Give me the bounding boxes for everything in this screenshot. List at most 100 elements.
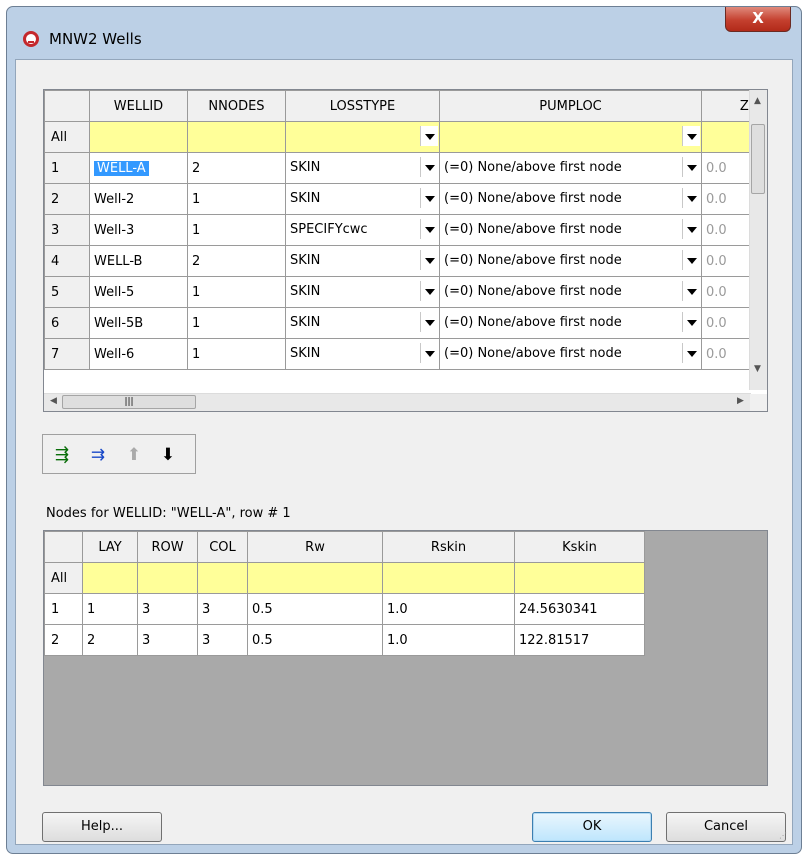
dropdown-arrow-icon[interactable] xyxy=(420,343,438,363)
add-row-icon[interactable]: ⇉ xyxy=(87,444,109,466)
losstype-cell[interactable]: SKIN xyxy=(285,245,440,277)
col-cell[interactable]: 3 xyxy=(197,593,248,625)
col-header-rw[interactable]: Rw xyxy=(247,531,383,563)
horizontal-scroll-thumb[interactable]: ||| xyxy=(62,395,196,409)
col-header-row[interactable]: ROW xyxy=(137,531,198,563)
wells-horizontal-scrollbar[interactable]: ◀ ||| ▶ xyxy=(44,393,751,411)
lay-cell[interactable]: 1 xyxy=(82,593,138,625)
scroll-right-arrow-icon[interactable]: ▶ xyxy=(737,396,744,406)
all-lay-cell[interactable] xyxy=(82,562,138,594)
move-up-icon[interactable]: ⬆ xyxy=(123,444,145,466)
all-row-cell[interactable] xyxy=(137,562,198,594)
table-row[interactable]: 1 1 3 3 0.5 1.0 24.5630341 xyxy=(44,593,645,625)
ok-button[interactable]: OK xyxy=(532,812,652,842)
losstype-cell[interactable]: SKIN xyxy=(285,152,440,184)
all-wellid-cell[interactable] xyxy=(89,121,188,153)
dropdown-arrow-icon[interactable] xyxy=(420,157,438,177)
dropdown-arrow-icon[interactable] xyxy=(420,219,438,239)
nnodes-cell[interactable]: 1 xyxy=(187,338,286,370)
rskin-cell[interactable]: 1.0 xyxy=(382,624,515,656)
nnodes-cell[interactable]: 1 xyxy=(187,183,286,215)
table-row[interactable]: 2 Well-2 1 SKIN (=0) None/above first node 0.… xyxy=(44,183,762,215)
pumploc-cell[interactable]: (=0) None/above first node xyxy=(439,214,702,246)
all-rw-cell[interactable] xyxy=(247,562,383,594)
dropdown-arrow-icon[interactable] xyxy=(682,250,700,270)
wellid-cell[interactable]: WELL-A xyxy=(89,152,188,184)
table-row[interactable]: 5 Well-5 1 SKIN (=0) None/above first node 0.… xyxy=(44,276,762,308)
dropdown-arrow-icon[interactable] xyxy=(682,281,700,301)
scroll-left-arrow-icon[interactable]: ◀ xyxy=(50,396,57,406)
wells-vertical-scrollbar[interactable]: ▲ ▼ xyxy=(749,90,767,390)
scroll-up-arrow-icon[interactable]: ▲ xyxy=(754,96,761,106)
dropdown-arrow-icon[interactable] xyxy=(682,126,700,146)
wellid-cell[interactable]: Well-5B xyxy=(89,307,188,339)
wellid-cell[interactable]: WELL-B xyxy=(89,245,188,277)
col-header-wellid[interactable]: WELLID xyxy=(89,90,188,122)
rskin-cell[interactable]: 1.0 xyxy=(382,593,515,625)
cancel-button[interactable]: Cancel xyxy=(666,812,786,842)
dropdown-arrow-icon[interactable] xyxy=(682,188,700,208)
table-row[interactable]: 1 WELL-A 2 SKIN (=0) None/above first node 0.… xyxy=(44,152,762,184)
all-nnodes-cell[interactable] xyxy=(187,121,286,153)
nnodes-cell[interactable]: 1 xyxy=(187,307,286,339)
col-header-lay[interactable]: LAY xyxy=(82,531,138,563)
table-row[interactable]: 2 2 3 3 0.5 1.0 122.81517 xyxy=(44,624,645,656)
row-header[interactable]: 2 xyxy=(44,183,90,215)
col-header-rskin[interactable]: Rskin xyxy=(382,531,515,563)
dropdown-arrow-icon[interactable] xyxy=(420,312,438,332)
row-header[interactable]: 3 xyxy=(44,214,90,246)
row-header[interactable]: 6 xyxy=(44,307,90,339)
all-rskin-cell[interactable] xyxy=(382,562,515,594)
all-pumploc-cell[interactable] xyxy=(439,121,702,153)
losstype-cell[interactable]: SKIN xyxy=(285,183,440,215)
losstype-cell[interactable]: SKIN xyxy=(285,307,440,339)
losstype-cell[interactable]: SKIN xyxy=(285,338,440,370)
nnodes-cell[interactable]: 2 xyxy=(187,152,286,184)
wellid-cell[interactable]: Well-2 xyxy=(89,183,188,215)
col-header-nnodes[interactable]: NNODES xyxy=(187,90,286,122)
wellid-cell[interactable]: Well-6 xyxy=(89,338,188,370)
row-cell[interactable]: 3 xyxy=(137,593,198,625)
row-header[interactable]: 5 xyxy=(44,276,90,308)
col-header-col[interactable]: COL xyxy=(197,531,248,563)
nnodes-cell[interactable]: 1 xyxy=(187,214,286,246)
dropdown-arrow-icon[interactable] xyxy=(420,126,438,146)
pumploc-cell[interactable]: (=0) None/above first node xyxy=(439,152,702,184)
row-header-all[interactable]: All xyxy=(44,121,90,153)
dropdown-arrow-icon[interactable] xyxy=(420,250,438,270)
col-header-losstype[interactable]: LOSSTYPE xyxy=(285,90,440,122)
kskin-cell[interactable]: 122.81517 xyxy=(514,624,645,656)
dropdown-arrow-icon[interactable] xyxy=(682,343,700,363)
wellid-cell[interactable]: Well-3 xyxy=(89,214,188,246)
table-row[interactable]: 3 Well-3 1 SPECIFYcwc (=0) None/above first … xyxy=(44,214,762,246)
all-kskin-cell[interactable] xyxy=(514,562,645,594)
row-header[interactable]: 1 xyxy=(44,152,90,184)
dropdown-arrow-icon[interactable] xyxy=(682,157,700,177)
table-row[interactable]: 7 Well-6 1 SKIN (=0) None/above first node 0.… xyxy=(44,338,762,370)
rw-cell[interactable]: 0.5 xyxy=(247,624,383,656)
all-losstype-cell[interactable] xyxy=(285,121,440,153)
pumploc-cell[interactable]: (=0) None/above first node xyxy=(439,338,702,370)
insert-row-icon[interactable]: ⇶ xyxy=(51,444,73,466)
dropdown-arrow-icon[interactable] xyxy=(420,188,438,208)
col-header-pumploc[interactable]: PUMPLOC xyxy=(439,90,702,122)
nnodes-cell[interactable]: 1 xyxy=(187,276,286,308)
lay-cell[interactable]: 2 xyxy=(82,624,138,656)
losstype-cell[interactable]: SKIN xyxy=(285,276,440,308)
wellid-cell[interactable]: Well-5 xyxy=(89,276,188,308)
pumploc-cell[interactable]: (=0) None/above first node xyxy=(439,245,702,277)
all-col-cell[interactable] xyxy=(197,562,248,594)
table-row[interactable]: 4 WELL-B 2 SKIN (=0) None/above first node 0.… xyxy=(44,245,762,277)
col-header-kskin[interactable]: Kskin xyxy=(514,531,645,563)
pumploc-cell[interactable]: (=0) None/above first node xyxy=(439,183,702,215)
scroll-down-arrow-icon[interactable]: ▼ xyxy=(754,364,761,374)
row-header[interactable]: 1 xyxy=(44,593,83,625)
move-down-icon[interactable]: ⬇ xyxy=(157,444,179,466)
nnodes-cell[interactable]: 2 xyxy=(187,245,286,277)
vertical-scroll-thumb[interactable] xyxy=(751,124,765,194)
col-cell[interactable]: 3 xyxy=(197,624,248,656)
rw-cell[interactable]: 0.5 xyxy=(247,593,383,625)
help-button[interactable]: Help... xyxy=(42,812,162,842)
losstype-cell[interactable]: SPECIFYcwc xyxy=(285,214,440,246)
row-header[interactable]: 7 xyxy=(44,338,90,370)
